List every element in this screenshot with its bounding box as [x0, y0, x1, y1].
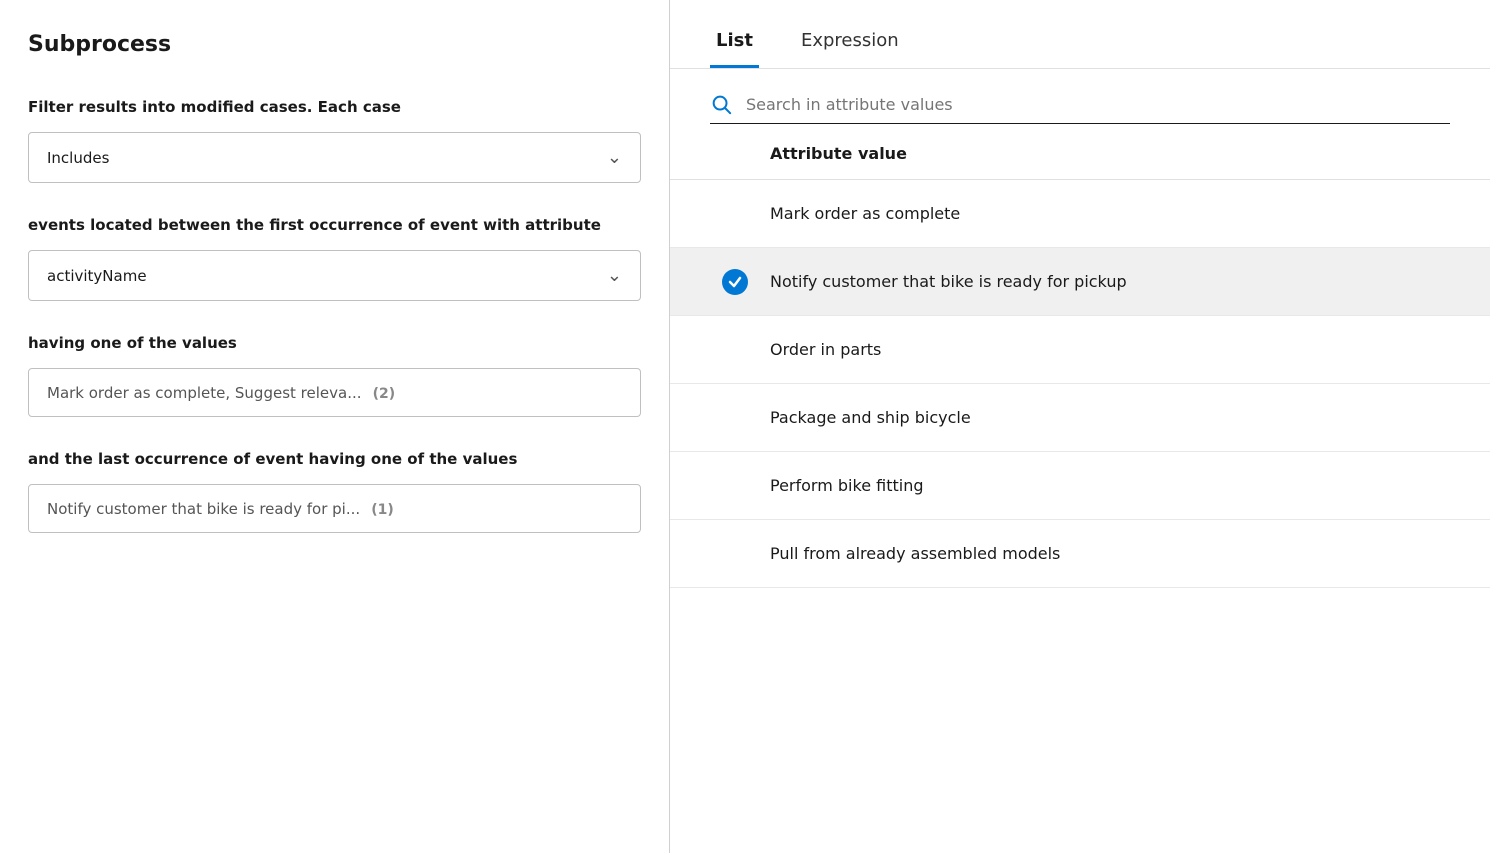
values-multiselect[interactable]: Mark order as complete, Suggest releva..… — [28, 368, 641, 417]
events-label: events located between the first occurre… — [28, 215, 641, 236]
list-item[interactable]: Package and ship bicycle — [670, 384, 1490, 452]
search-underline — [710, 93, 1450, 124]
list-item[interactable]: Order in parts — [670, 316, 1490, 384]
item-label: Mark order as complete — [770, 204, 960, 223]
includes-dropdown[interactable]: Includes ⌄ — [28, 132, 641, 183]
values-label: having one of the values — [28, 333, 641, 354]
chevron-down-icon: ⌄ — [607, 147, 622, 168]
last-occurrence-count-badge: (1) — [371, 502, 394, 518]
attribute-dropdown[interactable]: activityName ⌄ — [28, 250, 641, 301]
right-panel: List Expression Attribute value Mark ord… — [670, 0, 1490, 853]
item-label: Notify customer that bike is ready for p… — [770, 272, 1127, 291]
item-label: Package and ship bicycle — [770, 408, 971, 427]
includes-dropdown-value: Includes — [47, 149, 109, 167]
selected-check-icon — [722, 269, 748, 295]
list-item[interactable]: Perform bike fitting — [670, 452, 1490, 520]
last-occurrence-display-text: Notify customer that bike is ready for p… — [47, 500, 360, 518]
list-item[interactable]: Mark order as complete — [670, 180, 1490, 248]
filter-label: Filter results into modified cases. Each… — [28, 97, 641, 118]
attribute-value-list: Mark order as complete Notify customer t… — [670, 180, 1490, 853]
search-icon — [710, 93, 732, 115]
panel-title: Subprocess — [28, 32, 641, 57]
tab-list[interactable]: List — [710, 20, 759, 68]
list-item[interactable]: Notify customer that bike is ready for p… — [670, 248, 1490, 316]
chevron-down-icon: ⌄ — [607, 265, 622, 286]
search-row — [670, 69, 1490, 124]
left-panel: Subprocess Filter results into modified … — [0, 0, 670, 853]
values-count-badge: (2) — [373, 386, 396, 402]
values-display-text: Mark order as complete, Suggest releva..… — [47, 384, 362, 402]
tabs-row: List Expression — [670, 0, 1490, 69]
search-input[interactable] — [746, 95, 1450, 114]
item-label: Perform bike fitting — [770, 476, 923, 495]
last-occurrence-label: and the last occurrence of event having … — [28, 449, 641, 470]
attribute-dropdown-value: activityName — [47, 267, 147, 285]
last-occurrence-multiselect[interactable]: Notify customer that bike is ready for p… — [28, 484, 641, 533]
tab-expression[interactable]: Expression — [795, 20, 905, 68]
list-item[interactable]: Pull from already assembled models — [670, 520, 1490, 588]
attribute-value-header: Attribute value — [670, 124, 1490, 180]
item-label: Order in parts — [770, 340, 881, 359]
item-label: Pull from already assembled models — [770, 544, 1060, 563]
